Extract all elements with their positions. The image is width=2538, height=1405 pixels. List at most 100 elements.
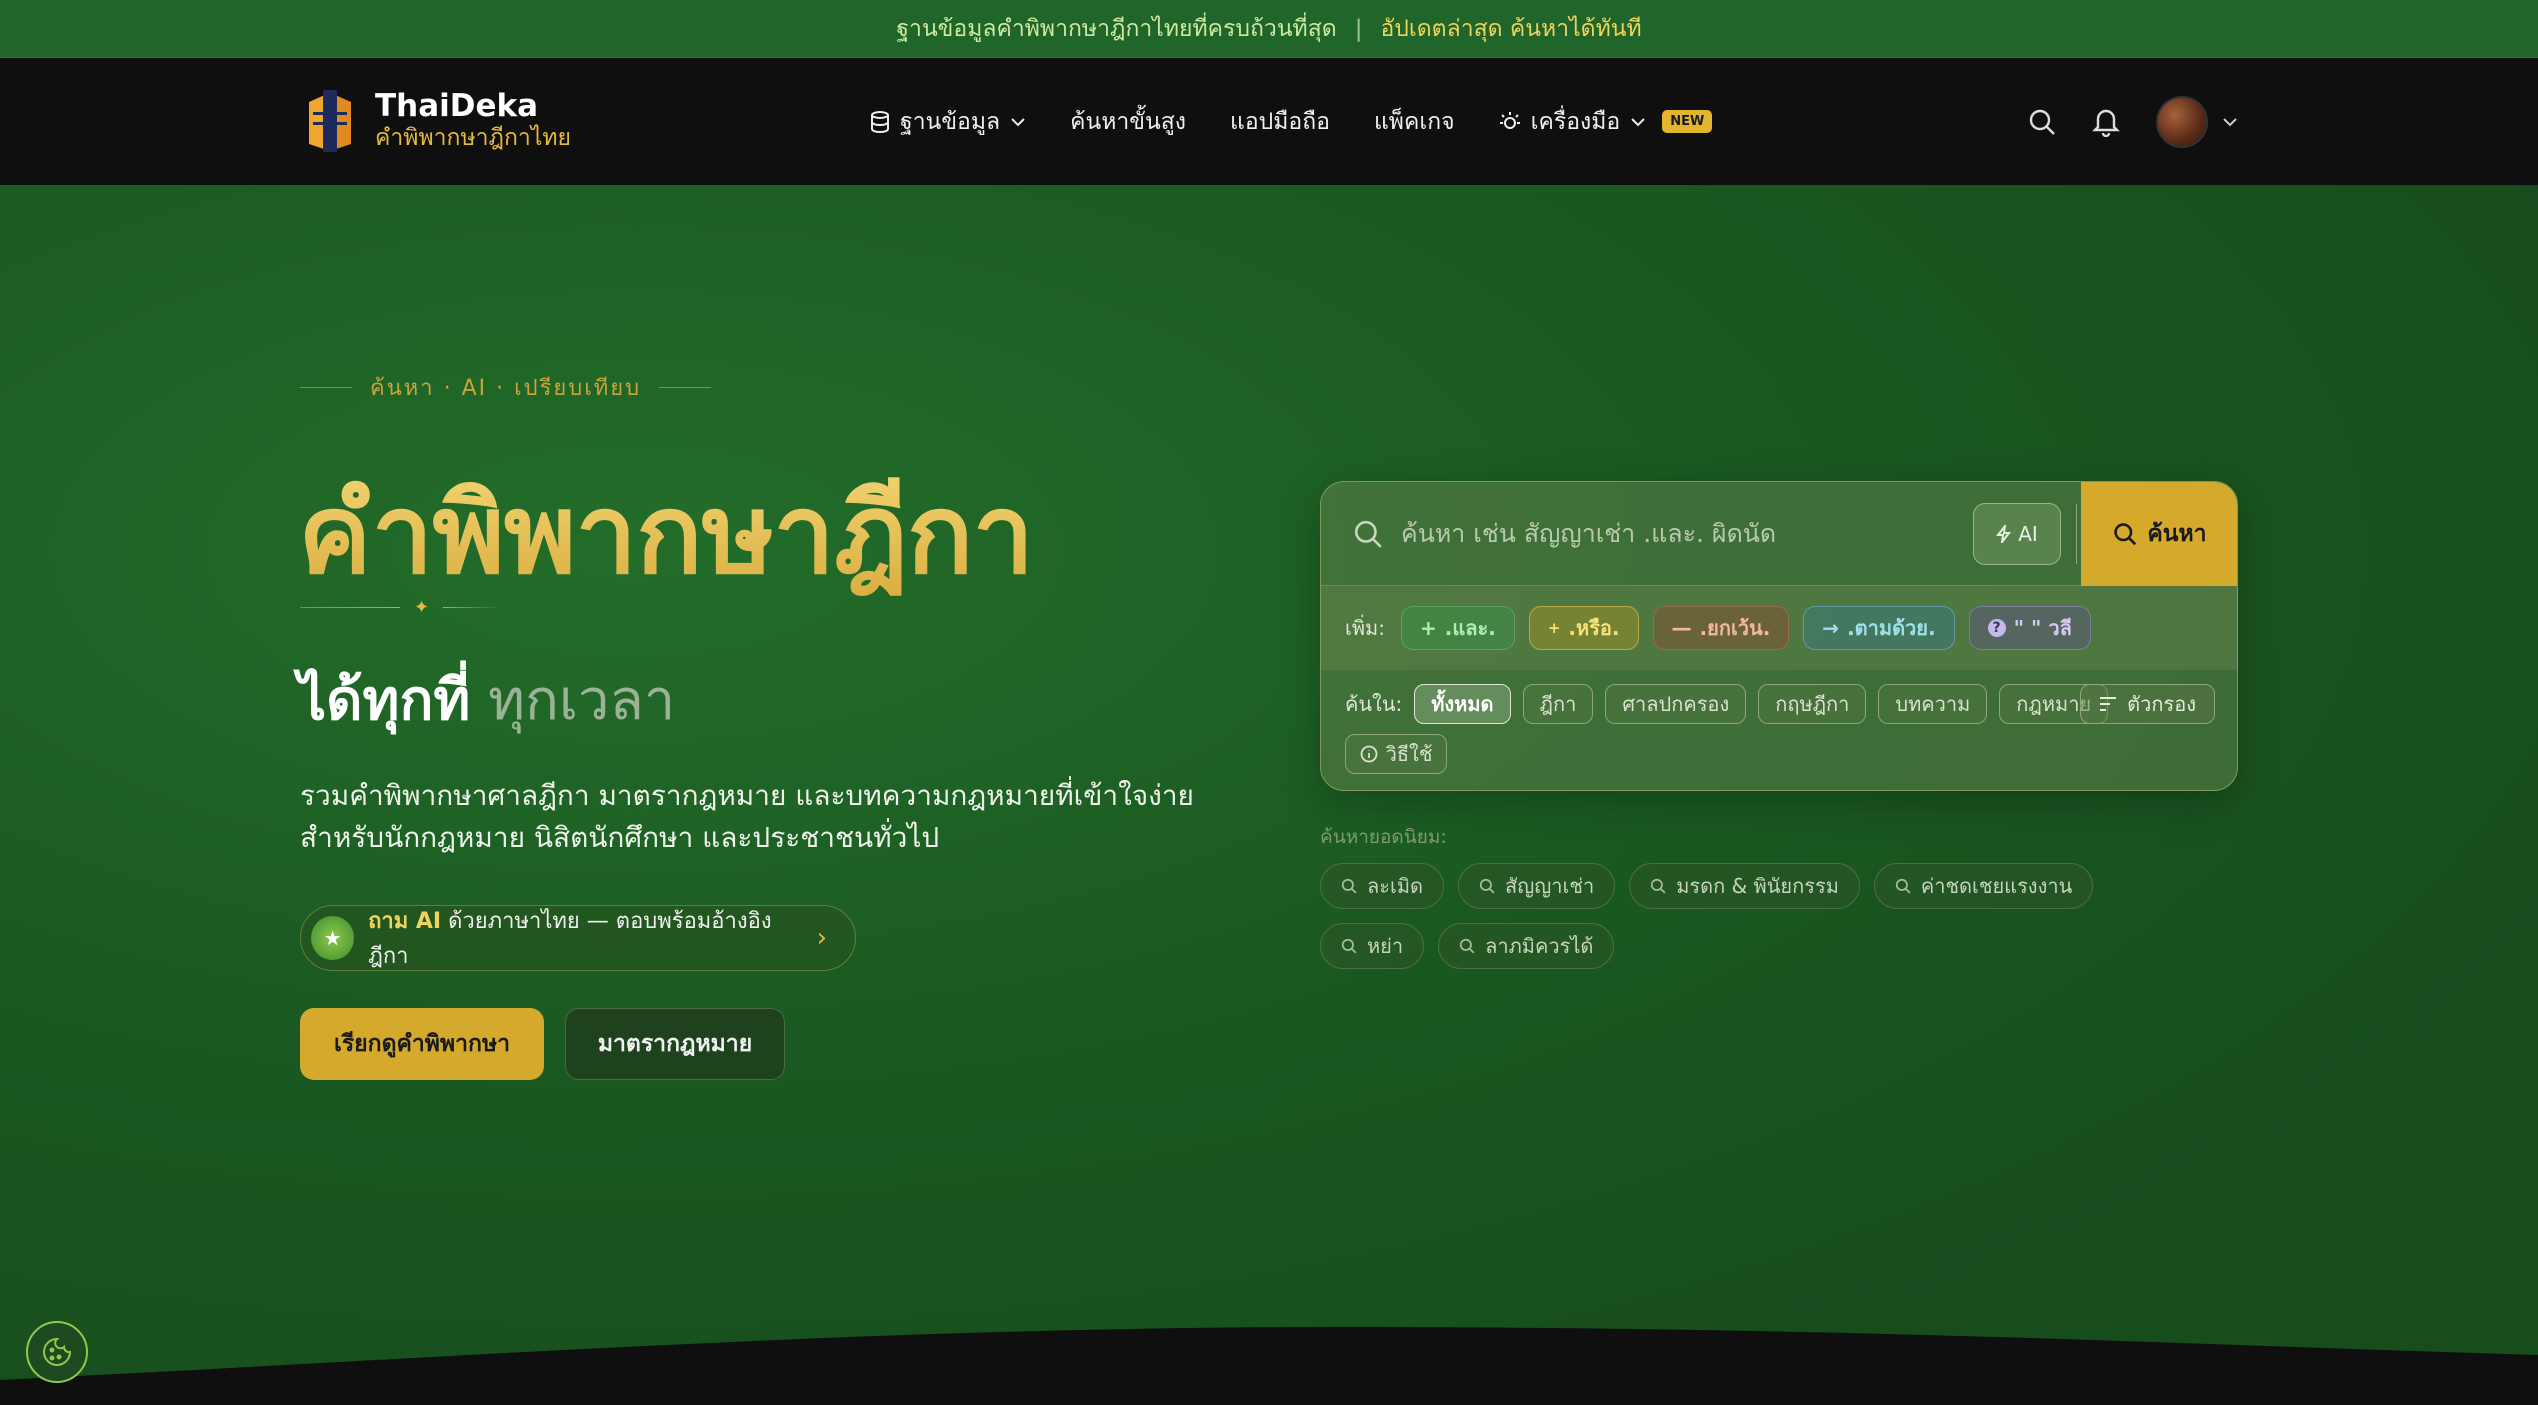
tagline-bold: ได้ทุกที่ <box>298 668 471 733</box>
operator-label: .หรือ. <box>1568 616 1620 640</box>
operator-label: " " วลี <box>2013 616 2072 640</box>
plus-icon: + <box>1419 616 1437 640</box>
operator-label: .ยกเว้น. <box>1699 616 1771 640</box>
search-icon <box>1341 938 1357 954</box>
hero-description: รวมคำพิพากษาศาลฎีกา มาตรากฎหมาย และบทควา… <box>300 775 1200 859</box>
filter-label: ตัวกรอง <box>2127 692 2196 716</box>
legal-sections-button[interactable]: มาตรากฎหมาย <box>565 1008 785 1080</box>
popular-tag-label: หย่า <box>1367 934 1404 958</box>
operator-label: .ตามด้วย. <box>1847 616 1936 640</box>
search-icon <box>1479 878 1495 894</box>
page-title: คำพิพากษาฎีกา <box>298 447 1034 621</box>
announcement-separator: | <box>1354 15 1363 42</box>
popular-tag[interactable]: หย่า <box>1320 923 1425 969</box>
scope-chip-supreme[interactable]: ฎีกา <box>1522 684 1594 724</box>
nav-item-label: ฐานข้อมูล <box>900 108 1001 135</box>
nav-item-mobile-app[interactable]: แอปมือถือ <box>1230 104 1330 140</box>
search-input[interactable] <box>1401 519 1961 548</box>
operator-label: .และ. <box>1444 616 1496 640</box>
scope-chip-administrative[interactable]: ศาลปกครอง <box>1605 684 1747 724</box>
operator-phrase-button[interactable]: ? " " วลี <box>1968 606 2091 650</box>
nav-item-label: แอปมือถือ <box>1230 108 1330 135</box>
scope-label: ค้นใน: <box>1345 692 1403 716</box>
cookie-icon <box>43 1337 72 1366</box>
chevron-down-icon <box>1631 117 1645 126</box>
popular-tag[interactable]: ละเมิด <box>1320 863 1445 909</box>
nav-item-database[interactable]: ฐานข้อมูล <box>870 104 1026 140</box>
description-line: สำหรับนักกฎหมาย นิสิตนักศึกษา และประชาชน… <box>300 821 940 854</box>
scope-chip-council[interactable]: กฤษฎีกา <box>1758 684 1867 724</box>
announcement-bar: ฐานข้อมูลคำพิพากษาฎีกาไทยที่ครบถ้วนที่สุ… <box>0 0 2538 58</box>
popular-searches: ละเมิด สัญญาเช่า มรดก & พินัยกรรม ค่าชดเ… <box>1320 863 2160 969</box>
user-menu[interactable] <box>2156 95 2238 148</box>
star-icon: ★ <box>311 916 355 960</box>
search-icon <box>1341 878 1357 894</box>
question-icon: ? <box>1987 619 2006 637</box>
filter-button[interactable]: ตัวกรอง <box>2080 684 2215 724</box>
ai-pill-highlight: ถาม AI <box>368 909 442 934</box>
scope-row: ค้นใน: ทั้งหมด ฎีกา ศาลปกครอง กฤษฎีกา บท… <box>1321 670 2237 790</box>
popular-tag[interactable]: มรดก & พินัยกรรม <box>1629 863 1860 909</box>
ai-toggle-button[interactable]: AI <box>1973 503 2061 565</box>
ai-label: AI <box>2018 522 2038 546</box>
hero-section: ค้นหา · AI · เปรียบเทียบ คำพิพากษาฎีกา ✦… <box>0 185 2538 1405</box>
new-badge: NEW <box>1662 110 1713 133</box>
popular-tag[interactable]: ค่าชดเชยแรงงาน <box>1873 863 2094 909</box>
operator-or-button[interactable]: + .หรือ. <box>1528 606 1639 650</box>
title-ornament: ✦ <box>300 597 504 618</box>
how-to-button[interactable]: วิธีใช้ <box>1345 734 1447 774</box>
operator-not-button[interactable]: — .ยกเว้น. <box>1652 606 1790 650</box>
minus-icon: — <box>1671 616 1692 640</box>
popular-tag-label: มรดก & พินัยกรรม <box>1676 874 1839 898</box>
hero-tagline: ได้ทุกที่ ทุกเวลา <box>298 655 675 744</box>
kicker-text: ค้นหา · AI · เปรียบเทียบ <box>370 376 642 401</box>
filter-icon <box>2100 697 2117 711</box>
search-icon <box>1354 520 1382 548</box>
popular-tag-label: ค่าชดเชยแรงงาน <box>1920 874 2073 898</box>
search-icon <box>2114 523 2137 546</box>
nav-item-packages[interactable]: แพ็คเกจ <box>1374 104 1455 140</box>
search-icon <box>1651 878 1666 894</box>
scope-chip-all[interactable]: ทั้งหมด <box>1414 684 1511 724</box>
announcement-highlight[interactable]: อัปเดตล่าสุด ค้นหาได้ทันที <box>1380 11 1641 47</box>
lightbulb-icon <box>1499 111 1520 129</box>
scope-chip-articles[interactable]: บทความ <box>1878 684 1988 724</box>
operators-label: เพิ่ม: <box>1345 616 1385 640</box>
info-icon <box>1360 745 1378 763</box>
nav-item-label: แพ็คเกจ <box>1373 108 1455 135</box>
popular-tag-label: ลาภมิควรได้ <box>1485 934 1594 958</box>
brand-logo[interactable]: ThaiDeka คำพิพากษาฎีกาไทย <box>305 88 571 154</box>
bell-icon[interactable] <box>2092 107 2120 137</box>
search-icon[interactable] <box>2028 108 2056 136</box>
database-icon <box>871 110 889 133</box>
how-to-label: วิธีใช้ <box>1385 742 1433 766</box>
lightning-icon <box>1996 525 2012 543</box>
operator-and-button[interactable]: + .และ. <box>1400 606 1515 650</box>
popular-searches-label: ค้นหายอดนิยม: <box>1320 826 1447 848</box>
brand-subtitle: คำพิพากษาฎีกาไทย <box>375 125 572 152</box>
logo-icon <box>305 88 355 154</box>
search-icon <box>1459 938 1475 954</box>
bottom-wave <box>0 1326 2538 1405</box>
nav-item-label: ค้นหาขั้นสูง <box>1070 108 1187 135</box>
plus-icon: + <box>1547 619 1561 637</box>
cookie-settings-button[interactable] <box>26 1321 88 1383</box>
top-navbar: ThaiDeka คำพิพากษาฎีกาไทย ฐานข้อมูล ค้นห… <box>0 58 2538 185</box>
search-submit-button[interactable]: ค้นหา <box>2081 482 2237 586</box>
popular-tag[interactable]: สัญญาเช่า <box>1458 863 1616 909</box>
arrow-right-icon: → <box>1822 616 1840 640</box>
brand-name: ThaiDeka <box>375 88 539 125</box>
announcement-text: ฐานข้อมูลคำพิพากษาฎีกาไทยที่ครบถ้วนที่สุ… <box>896 15 1337 42</box>
nav-item-tools[interactable]: เครื่องมือ NEW <box>1499 104 1713 140</box>
operator-followed-by-button[interactable]: → .ตามด้วย. <box>1803 606 1955 650</box>
popular-tag[interactable]: ลาภมิควรได้ <box>1438 923 1615 969</box>
browse-judgments-button[interactable]: เรียกดูคำพิพากษา <box>300 1008 544 1080</box>
popular-tag-label: สัญญาเช่า <box>1505 874 1595 898</box>
search-submit-label: ค้นหา <box>2147 521 2207 547</box>
nav-item-advanced-search[interactable]: ค้นหาขั้นสูง <box>1070 104 1186 140</box>
main-menu: ฐานข้อมูล ค้นหาขั้นสูง แอปมือถือ แพ็คเกจ… <box>870 58 1713 185</box>
search-card: AI ค้นหา เพิ่ม: + .และ. + .หรือ. — .ยกเว้น.… <box>1320 481 2238 791</box>
chevron-down-icon <box>1011 117 1025 126</box>
ask-ai-pill[interactable]: ★ ถาม AI ด้วยภาษาไทย — ตอบพร้อมอ้างอิงฎี… <box>300 905 856 971</box>
hero-kicker: ค้นหา · AI · เปรียบเทียบ <box>300 370 712 405</box>
